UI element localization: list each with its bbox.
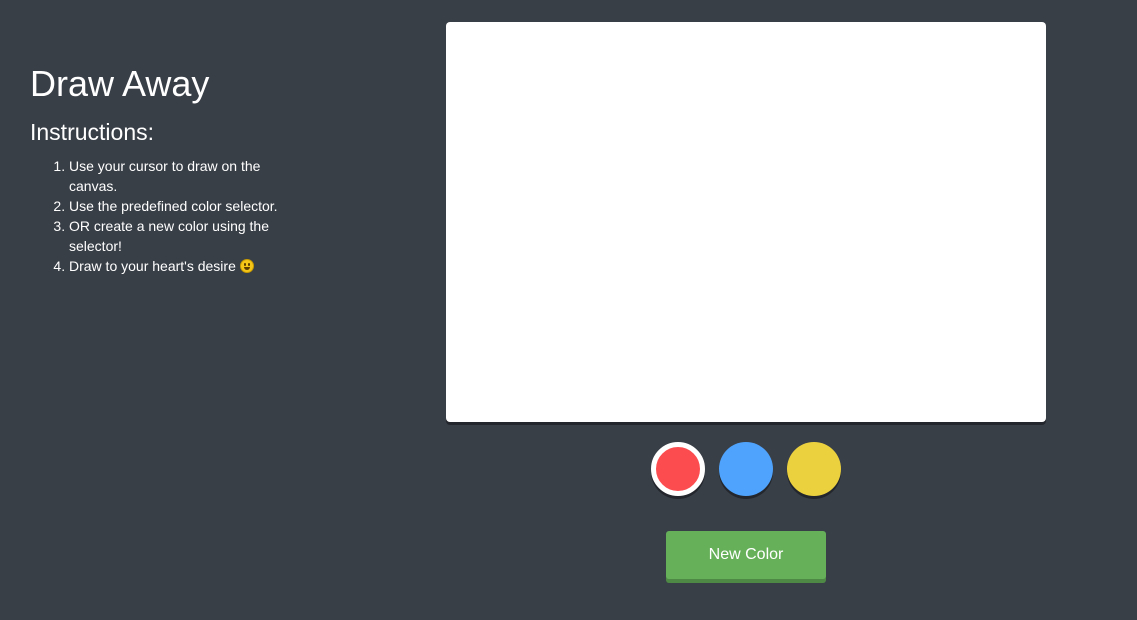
instruction-item: OR create a new color using the selector… bbox=[69, 216, 300, 256]
instruction-text: Use your cursor to draw on the canvas. bbox=[69, 158, 261, 194]
instructions-heading: Instructions: bbox=[30, 119, 154, 145]
color-swatch-red[interactable] bbox=[651, 442, 705, 496]
color-swatch-blue[interactable] bbox=[719, 442, 773, 496]
instruction-text: OR create a new color using the selector… bbox=[69, 218, 269, 254]
smiley-emoji-icon bbox=[239, 259, 254, 273]
color-palette bbox=[651, 442, 851, 498]
new-color-button[interactable]: New Color bbox=[666, 531, 826, 579]
instruction-text: Draw to your heart's desire bbox=[69, 258, 236, 274]
instruction-text: Use the predefined color selector. bbox=[69, 198, 278, 214]
page-title: Draw Away bbox=[30, 63, 210, 104]
drawing-canvas[interactable] bbox=[446, 22, 1046, 422]
instruction-item: Use your cursor to draw on the canvas. bbox=[69, 156, 300, 196]
color-swatch-yellow[interactable] bbox=[787, 442, 841, 496]
sidebar: Draw Away Instructions: Use your cursor … bbox=[30, 62, 300, 276]
instructions-list: Use your cursor to draw on the canvas. U… bbox=[30, 156, 300, 276]
app-page: Draw Away Instructions: Use your cursor … bbox=[0, 0, 1137, 620]
instruction-item: Use the predefined color selector. bbox=[69, 196, 300, 216]
instruction-item: Draw to your heart's desire bbox=[69, 256, 300, 276]
